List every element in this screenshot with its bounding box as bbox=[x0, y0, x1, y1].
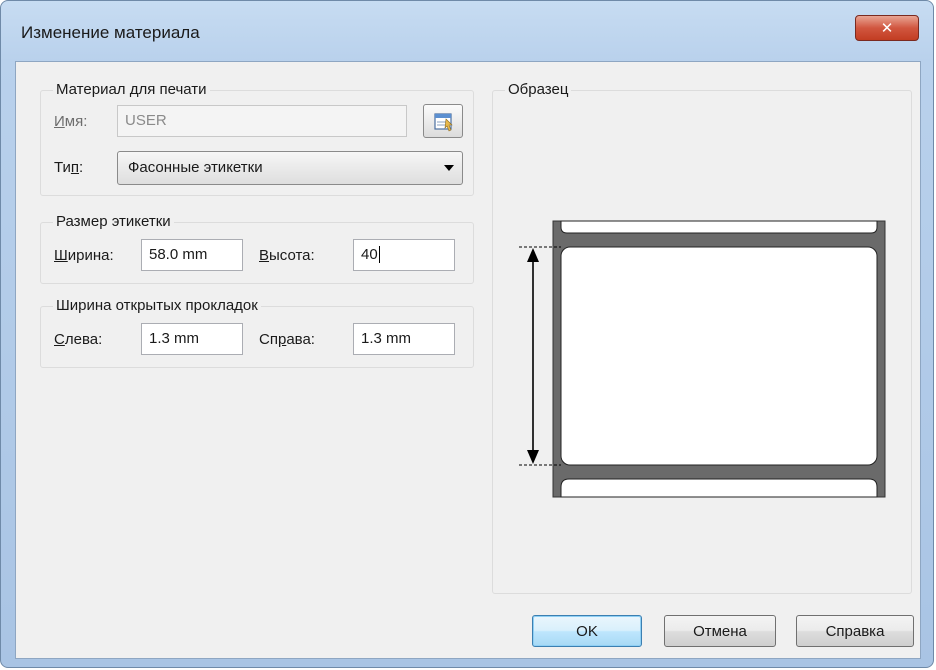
label-size-group-label: Размер этикетки bbox=[53, 213, 174, 230]
height-label: Высота: bbox=[259, 247, 315, 264]
properties-button[interactable] bbox=[423, 104, 463, 138]
help-button[interactable]: Справка bbox=[796, 615, 914, 647]
right-gap-label: Справа: bbox=[259, 331, 315, 348]
properties-icon bbox=[434, 113, 453, 132]
name-field: USER bbox=[117, 105, 407, 137]
left-gap-label: Слева: bbox=[54, 331, 103, 348]
material-group-label: Материал для печати bbox=[53, 81, 210, 98]
type-dropdown[interactable]: Фасонные этикетки bbox=[117, 151, 463, 185]
close-icon: ✕ bbox=[880, 20, 894, 37]
preview-group: Образец bbox=[492, 81, 912, 594]
gap-width-group-label: Ширина открытых прокладок bbox=[53, 297, 261, 314]
width-input[interactable]: 58.0 mm bbox=[141, 239, 243, 271]
left-gap-input[interactable]: 1.3 mm bbox=[141, 323, 243, 355]
window-title: Изменение материала bbox=[21, 23, 200, 42]
cancel-button[interactable]: Отмена bbox=[664, 615, 776, 647]
name-label: Имя: bbox=[54, 113, 88, 130]
type-label: Тип: bbox=[54, 159, 84, 176]
chevron-down-icon bbox=[444, 165, 454, 171]
ok-button[interactable]: OK bbox=[532, 615, 642, 647]
material-group: Материал для печати Имя: USER Тип: Фасон… bbox=[40, 81, 474, 196]
type-dropdown-value: Фасонные этикетки bbox=[128, 159, 263, 176]
close-button[interactable]: ✕ bbox=[855, 15, 919, 41]
dialog-client-area: Материал для печати Имя: USER Тип: Фасон… bbox=[15, 61, 921, 659]
dialog-window: Изменение материала ✕ Материал для печат… bbox=[0, 0, 934, 668]
label-size-group: Размер этикетки Ширина: 58.0 mm Высота: … bbox=[40, 213, 474, 284]
width-label: Ширина: bbox=[54, 247, 114, 264]
right-gap-input[interactable]: 1.3 mm bbox=[353, 323, 455, 355]
height-input[interactable]: 40 bbox=[353, 239, 455, 271]
label-preview bbox=[519, 220, 886, 498]
gap-width-group: Ширина открытых прокладок Слева: 1.3 mm … bbox=[40, 297, 474, 368]
